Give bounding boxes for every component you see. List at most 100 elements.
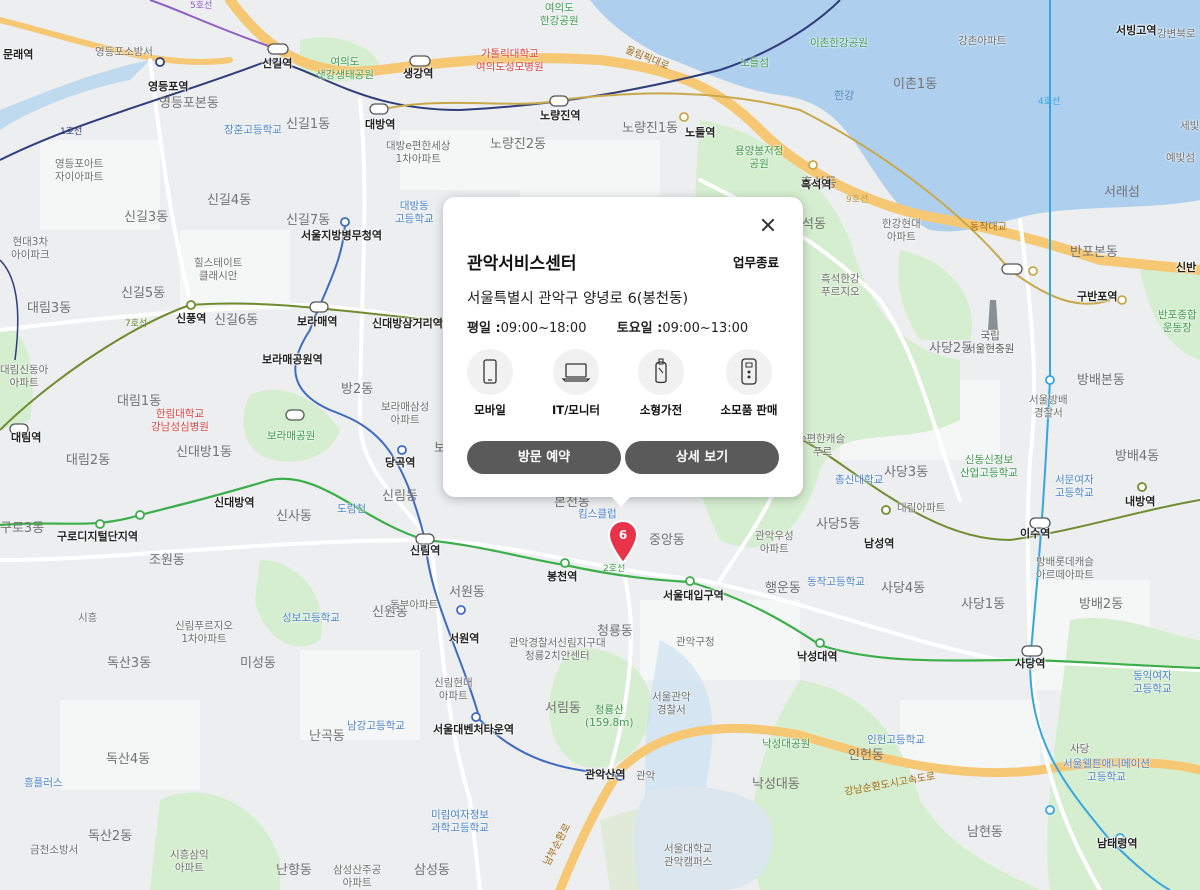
service-center-marker[interactable]: 6 [607,519,639,565]
poi-label: 한강 [834,89,855,102]
district-label: 노량진2동 [490,137,547,152]
poi-label: 관악 [636,770,656,782]
district-label: 대림2동 [66,453,111,468]
station-label: 서빙고역 [1116,24,1157,37]
district-label: 방배4동 [1115,449,1160,464]
poi-label: 방배롯데캐슬 아르떼아파트 [1036,556,1094,582]
poi-label: 대림신동아 아파트 [0,364,49,390]
district-label: 행운동 [765,581,801,596]
station-label: 신반 [1176,261,1197,274]
laptop-icon [561,363,591,382]
district-label: 독산4동 [106,752,151,767]
weekday-hours: 09:00~18:00 [500,321,587,336]
district-label: 난곡동 [309,729,345,744]
poi-label: 여의도 한강공원 [540,2,579,28]
poi-label: 미림여자정보 과학고등학교 [431,809,489,835]
poi-label: 사당 [1070,743,1090,755]
district-label: 신사동 [276,509,312,524]
poi-label: 대방동 고등학교 [395,200,434,226]
poi-label: 영등포아트 자이아파트 [55,158,104,184]
subway-line-tag: 2호선 [603,564,626,574]
poi-label: 용양봉저정 공원 [735,145,784,171]
station-label: 노들역 [685,126,716,139]
district-label: 방배2동 [1079,597,1124,612]
poi-label: 영등포소방서 [95,46,153,58]
district-label: 난향동 [276,863,312,878]
station-label: 내방역 [1125,495,1156,508]
station-label: 서원역 [449,632,480,645]
mobile-icon [483,359,497,384]
poi-label: 보라매공원 [267,430,316,442]
station-label: 흑석역 [801,178,832,191]
district-label: 서림동 [545,701,581,716]
district-label: 노량진1동 [622,121,679,136]
poi-label: 시흥삼익 아파트 [170,849,209,875]
station-label: 서울대입구역 [663,589,724,602]
station-label: 신길역 [262,57,293,70]
district-label: 사당5동 [816,517,861,532]
district-label: 구로3동 [0,521,45,536]
poi-label: 동익여자 고등학교 [1133,670,1172,696]
station-label: 대방역 [365,118,396,131]
station-label: 신대방삼거리역 [372,317,443,330]
station-label: 보라매역 [297,315,338,328]
station-label: 생강역 [403,67,434,80]
station-label: 신대방역 [214,496,255,509]
poi-label: 청룡산 (159.8m) [585,704,634,730]
poi-label: 도림천 [337,503,366,515]
poi-label: 예빛섬 [1166,152,1195,164]
poi-label: 강촌아파트 [958,35,1007,47]
poi-label: 시흥 [78,612,98,624]
poi-label: 흥플러스 [24,777,63,789]
poi-label: 성보고등학교 [282,612,340,624]
district-label: 대림1동 [117,394,162,409]
center-address: 서울특별시 관악구 양녕로 6(봉천동) [467,291,689,307]
detail-view-button[interactable]: 상세 보기 [625,441,779,474]
visit-reservation-button[interactable]: 방문 예약 [467,441,621,474]
poi-label: 노들섬 [740,57,769,69]
poi-label: 가톨릭대학교 여의도성모병원 [476,48,544,74]
district-label: 신림동 [382,489,418,504]
close-icon[interactable] [759,216,777,234]
district-label: 조원동 [149,553,185,568]
district-label: 독산3동 [107,656,152,671]
station-label: 영등포역 [148,80,189,93]
poi-label: 남강고등학교 [347,720,405,732]
service-center-popup: 관악서비스센터 업무종료 서울특별시 관악구 양녕로 6(봉천동) 평일 :09… [443,197,803,507]
poi-label: 서울방배 경찰서 [1029,394,1068,420]
district-label: 대림3동 [27,301,72,316]
saturday-hours: 09:00~13:00 [662,321,749,336]
service-consumables: 소모품 판매 [709,349,789,418]
poi-label: 흑석한강 푸르지오 [821,273,860,299]
station-label: 신림역 [410,544,441,557]
district-label: 낙성대동 [752,777,800,792]
district-label: 방배본동 [1077,373,1125,388]
poi-label: 총신대학교 [835,474,884,486]
poi-label: 인헌고등학교 [867,734,925,746]
service-label: 모바일 [474,403,506,417]
poi-label: 세빛 [1180,120,1200,132]
station-label: 구반포역 [1077,290,1118,303]
poi-label: 낙성대공원 [762,738,811,750]
poi-label: 서울관악 경찰서 [652,691,691,717]
district-label: 이촌1동 [893,77,938,92]
station-label: 서울대벤처타운역 [433,723,514,736]
poi-label: 서울대학교 관악캠퍼스 [664,843,713,869]
poi-label: 한림대학교 강남성심병원 [151,408,209,434]
station-label: 문래역 [3,48,34,61]
district-label: 신길6동 [214,313,259,328]
service-it-monitor: IT/모니터 [536,349,616,418]
subway-line-tag: 7호선 [125,319,148,329]
poi-label: 동작고등학교 [807,576,865,588]
station-label: 보라매공원역 [262,353,323,366]
district-label: 석동 [802,217,826,232]
saturday-label: 토요일 : [616,321,663,336]
poi-label: 관악우성 아파트 [755,530,794,556]
poi-label: 금천소방서 [30,844,79,856]
district-label: 신길7동 [286,213,331,228]
poi-label: e편한캐슬 푸르 [800,433,846,459]
business-status: 업무종료 [732,255,779,270]
poi-label: 신림현대 아파트 [434,677,473,703]
poi-label: 신동신정보 산업고등학교 [960,454,1018,480]
poi-label: 삼성산주공 아파트 [333,864,382,890]
